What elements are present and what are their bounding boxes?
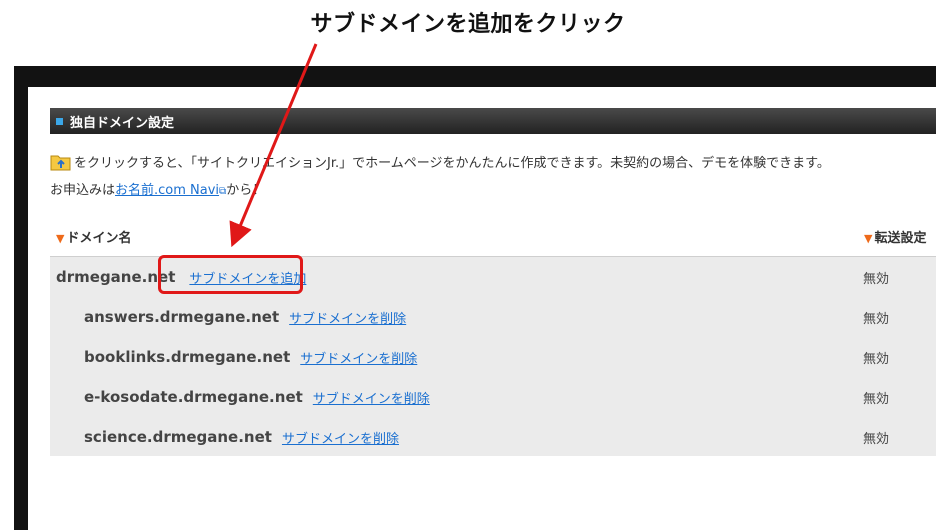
info-line-2: お申込みはお名前.com Navi⧉から！ — [50, 179, 265, 198]
transfer-status: 無効 — [863, 271, 890, 287]
delete-subdomain-link[interactable]: サブドメインを削除 — [300, 348, 417, 367]
sort-triangle-icon: ▼ — [864, 232, 873, 245]
domain-name: booklinks.drmegane.net — [84, 348, 291, 366]
square-bullet-icon — [56, 117, 63, 125]
transfer-status: 無効 — [863, 431, 890, 447]
onamae-navi-link[interactable]: お名前.com Navi — [115, 183, 219, 198]
table-row: booklinks.drmegane.net サブドメインを削除 無効 — [50, 337, 936, 377]
column-header-domain[interactable]: ▼ ドメイン名 — [56, 227, 131, 246]
info-text-1: をクリックすると、「サイトクリエイションJr.」でホームページをかんたんに作成で… — [74, 156, 830, 171]
section-title: 独自ドメイン設定 — [70, 115, 175, 131]
info-line-1: をクリックすると、「サイトクリエイションJr.」でホームページをかんたんに作成で… — [50, 152, 830, 171]
table-row: e-kosodate.drmegane.net サブドメインを削除 無効 — [50, 377, 936, 417]
transfer-status: 無効 — [863, 311, 890, 327]
info-text-prefix: お申込みは — [50, 183, 116, 198]
folder-up-icon[interactable] — [50, 153, 72, 171]
transfer-status: 無効 — [863, 351, 890, 367]
callout-title: サブドメインを追加をクリック — [310, 12, 626, 37]
transfer-status: 無効 — [863, 391, 890, 407]
delete-subdomain-link[interactable]: サブドメインを削除 — [313, 388, 430, 407]
domain-name: science.drmegane.net — [84, 428, 272, 446]
table-row: science.drmegane.net サブドメインを削除 無効 — [50, 417, 936, 457]
highlight-box — [158, 255, 303, 294]
info-text-suffix: から！ — [226, 183, 266, 198]
domain-name: e-kosodate.drmegane.net — [84, 388, 303, 406]
domain-name: answers.drmegane.net — [84, 308, 280, 326]
delete-subdomain-link[interactable]: サブドメインを削除 — [282, 428, 399, 447]
table-row: answers.drmegane.net サブドメインを削除 無効 — [50, 297, 936, 337]
column-header-transfer[interactable]: ▼ 転送設定 — [864, 227, 926, 246]
sort-triangle-icon: ▼ — [56, 232, 65, 245]
section-header: 独自ドメイン設定 — [50, 108, 936, 134]
delete-subdomain-link[interactable]: サブドメインを削除 — [289, 308, 406, 327]
